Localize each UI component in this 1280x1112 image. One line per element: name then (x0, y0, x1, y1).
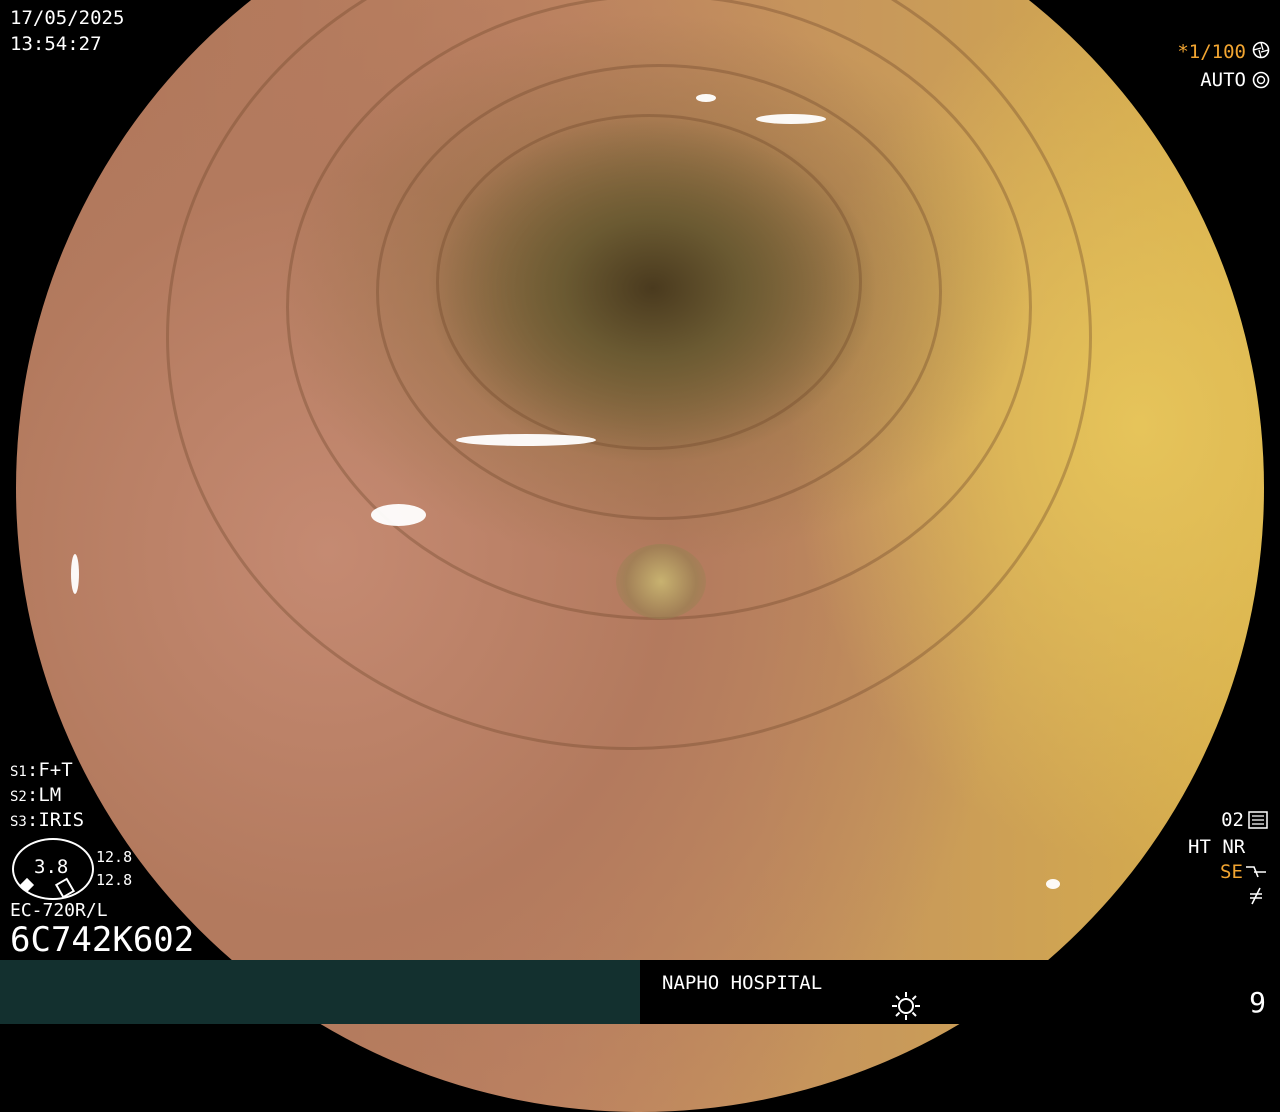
s3-value: IRIS (38, 809, 85, 831)
light-reflection (696, 94, 716, 102)
s2-key: S2 (10, 789, 27, 805)
settings-icon (1248, 811, 1268, 829)
light-reflection (371, 504, 426, 526)
light-reflection (1046, 879, 1060, 889)
gauge-bottom-value: 12.8 (96, 871, 133, 889)
scope-serial: 6C742K602 (10, 920, 195, 960)
auto-text: AUTO (1200, 69, 1246, 91)
sun-icon (890, 990, 922, 1022)
mode-ht: HT (1188, 836, 1211, 858)
mode-se: SE (1220, 861, 1243, 883)
setting-s3: S3:IRIS (10, 809, 85, 831)
curve-icon (1244, 863, 1268, 881)
date-text: 17/05/2025 (10, 7, 125, 29)
s1-value: F+T (38, 759, 73, 781)
polyp-lesion (616, 544, 706, 619)
gauge-value: 3.8 (34, 856, 69, 878)
footer-left-panel (0, 960, 640, 1024)
mode-nr: NR (1222, 836, 1246, 858)
light-reflection (71, 554, 79, 594)
mode-number: 02 (1221, 809, 1244, 831)
hospital-name: NAPHO HOSPITAL (662, 972, 823, 994)
s2-value: LM (38, 784, 62, 806)
image-count: 9 (1249, 986, 1266, 1019)
aperture-icon (1252, 41, 1270, 59)
time-text: 13:54:27 (10, 33, 102, 55)
light-reflection (456, 434, 596, 446)
gauge-top-value: 12.8 (96, 848, 133, 866)
s3-key: S3 (10, 814, 27, 830)
slash-icon (1246, 886, 1266, 906)
setting-s2: S2:LM (10, 784, 62, 806)
endoscopy-image (16, 0, 1264, 1112)
setting-s1: S1:F+T (10, 759, 73, 781)
shutter-text: *1/100 (1177, 41, 1246, 63)
iris-icon (1252, 71, 1270, 89)
scope-model: EC-720R/L (10, 900, 108, 921)
s1-key: S1 (10, 764, 27, 780)
mucosal-fold (166, 0, 1092, 750)
mode-ht-nr: HT NR (1188, 835, 1245, 859)
light-reflection (756, 114, 826, 124)
